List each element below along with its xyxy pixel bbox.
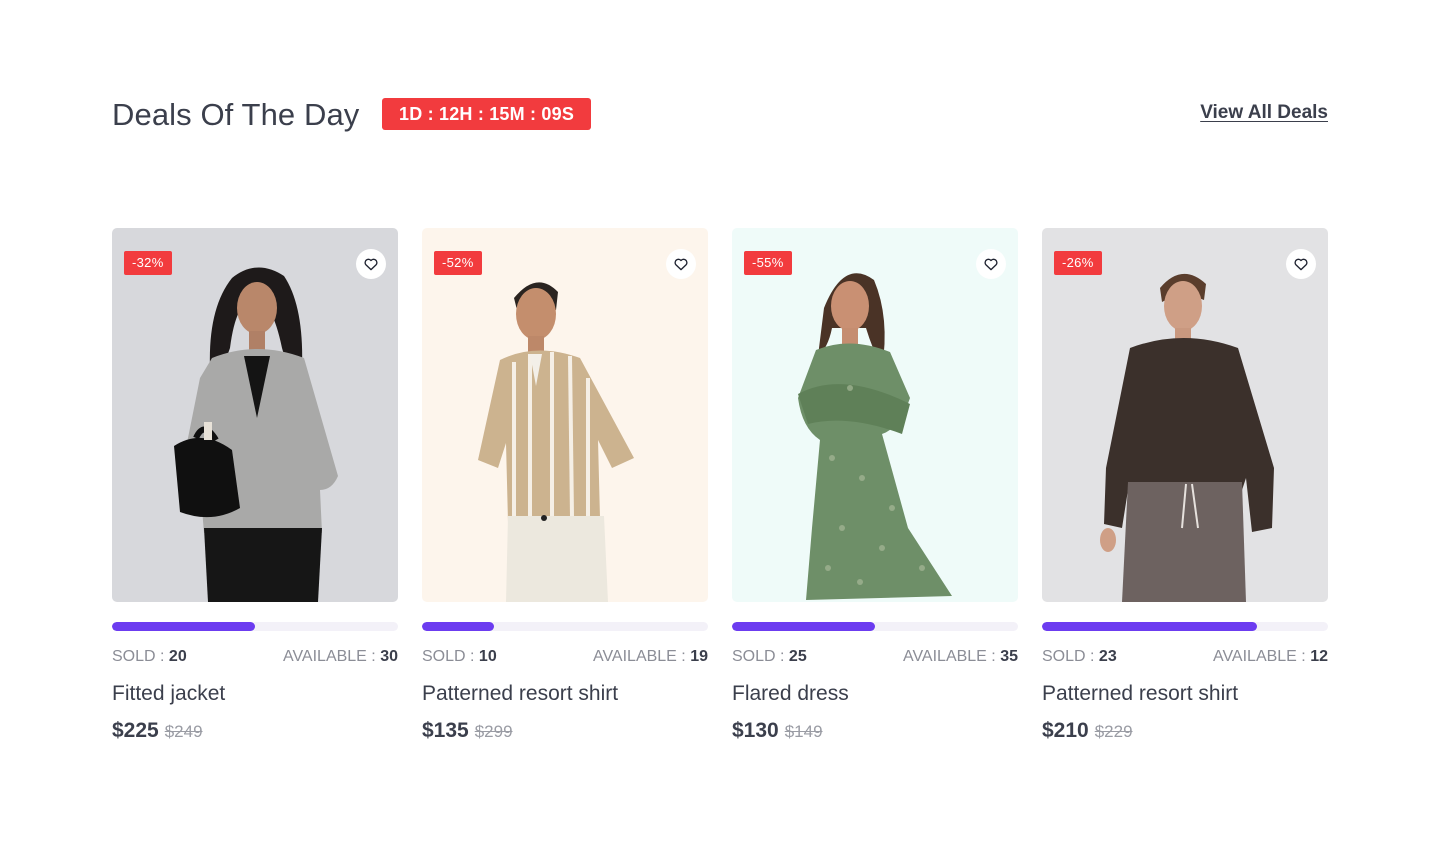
product-card[interactable]: -32% SOLD : 20 AVAILABLE : 30 Fitted jac… [112,228,398,758]
sold-count: SOLD : 25 [732,648,807,665]
product-card[interactable]: -26% SOLD : 23 AVAILABLE : 12 Patterned … [1042,228,1328,758]
sold-progress-bar [422,622,708,631]
heart-icon [984,258,998,271]
sale-price: $135 [422,719,469,742]
available-label: AVAILABLE [902,648,987,665]
available-count: AVAILABLE : 12 [1212,648,1328,665]
available-value: 30 [380,648,398,665]
sold-value: 20 [168,648,187,665]
discount-badge: -55% [744,251,792,275]
sold-count: SOLD : 10 [422,648,497,665]
product-name[interactable]: Flared dress [732,681,1018,707]
heart-icon [364,258,378,271]
sold-count: SOLD : 23 [1042,648,1117,665]
original-price: $249 [164,722,203,741]
sold-label: SOLD [732,648,776,665]
discount-badge: -52% [434,251,482,275]
sold-progress-bar [112,622,398,631]
sold-label: SOLD [112,648,156,665]
sold-label: SOLD [1042,648,1086,665]
sold-progress-fill [422,622,494,631]
discount-badge: -26% [1054,251,1102,275]
sold-label: SOLD [422,648,466,665]
section-header: Deals Of The Day 1D : 12H : 15M : 09S Vi… [112,96,1328,136]
product-name[interactable]: Fitted jacket [112,681,398,707]
product-photo [422,228,708,602]
stock-info: SOLD : 25 AVAILABLE : 35 [732,647,1018,667]
sale-price: $210 [1042,719,1089,742]
sold-progress-bar [1042,622,1328,631]
sold-count: SOLD : 20 [112,648,187,665]
sold-progress-fill [112,622,255,631]
sold-value: 23 [1098,648,1117,665]
sold-value: 25 [788,648,807,665]
stock-info: SOLD : 23 AVAILABLE : 12 [1042,647,1328,667]
product-image[interactable]: -32% [112,228,398,602]
product-photo [1042,228,1328,602]
countdown-badge: 1D : 12H : 15M : 09S [382,98,592,130]
product-image[interactable]: -55% [732,228,1018,602]
wishlist-button[interactable] [976,249,1006,279]
product-image[interactable]: -26% [1042,228,1328,602]
product-name[interactable]: Patterned resort shirt [1042,681,1328,707]
heart-icon [1294,258,1308,271]
section-title: Deals Of The Day [112,97,360,132]
stock-info: SOLD : 20 AVAILABLE : 30 [112,647,398,667]
sale-price: $225 [112,719,159,742]
product-card[interactable]: -55% SOLD : 25 AVAILABLE : 35 Flared dre… [732,228,1018,758]
product-prices: $130 $149 [732,718,823,744]
wishlist-button[interactable] [356,249,386,279]
original-price: $229 [1094,722,1133,741]
deals-section: Deals Of The Day 1D : 12H : 15M : 09S Vi… [0,0,1441,842]
sale-price: $130 [732,719,779,742]
discount-badge: -32% [124,251,172,275]
wishlist-button[interactable] [1286,249,1316,279]
product-prices: $135 $299 [422,718,513,744]
sold-progress-fill [732,622,875,631]
sold-progress-fill [1042,622,1257,631]
available-label: AVAILABLE [1212,648,1297,665]
view-all-deals-link[interactable]: View All Deals [1200,102,1328,124]
product-photo [112,228,398,602]
available-label: AVAILABLE [592,648,677,665]
available-value: 35 [1000,648,1018,665]
available-value: 12 [1310,648,1328,665]
product-photo [732,228,1018,602]
product-prices: $210 $229 [1042,718,1133,744]
available-count: AVAILABLE : 19 [592,648,708,665]
original-price: $149 [784,722,823,741]
heart-icon [674,258,688,271]
available-value: 19 [690,648,708,665]
sold-value: 10 [478,648,497,665]
sold-progress-bar [732,622,1018,631]
stock-info: SOLD : 10 AVAILABLE : 19 [422,647,708,667]
wishlist-button[interactable] [666,249,696,279]
product-grid: -32% SOLD : 20 AVAILABLE : 30 Fitted jac… [112,228,1328,758]
available-count: AVAILABLE : 35 [902,648,1018,665]
available-label: AVAILABLE [282,648,367,665]
product-name[interactable]: Patterned resort shirt [422,681,708,707]
available-count: AVAILABLE : 30 [282,648,398,665]
product-prices: $225 $249 [112,718,203,744]
product-image[interactable]: -52% [422,228,708,602]
original-price: $299 [474,722,513,741]
product-card[interactable]: -52% SOLD : 10 AVAILABLE : 19 Patterned … [422,228,708,758]
